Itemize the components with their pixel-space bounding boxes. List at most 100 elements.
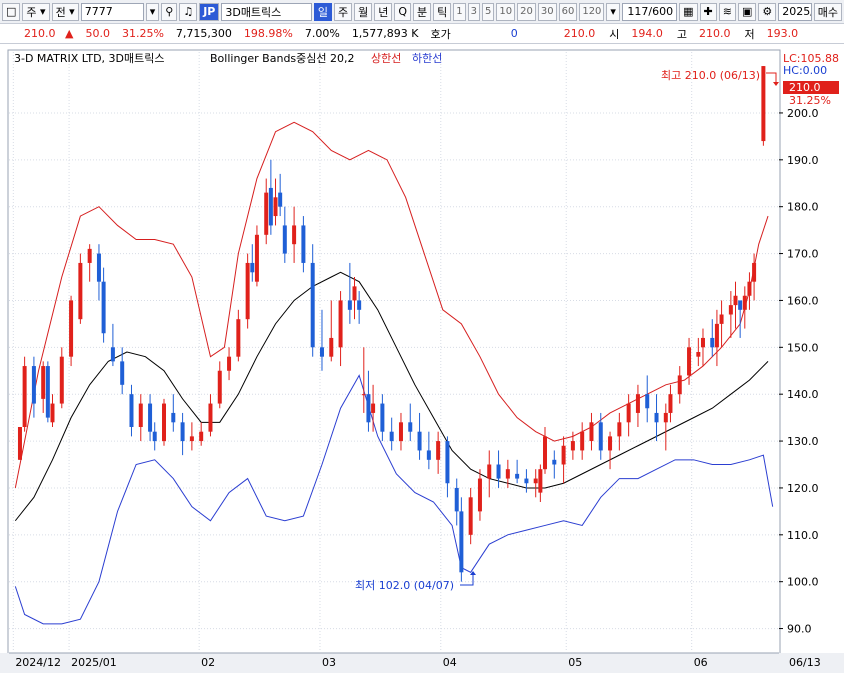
period-day-button[interactable]: 일 — [313, 2, 332, 21]
candle-body — [301, 225, 306, 263]
candle-body — [617, 422, 622, 437]
candle-body — [747, 281, 752, 296]
candle-body — [278, 192, 283, 207]
buy-button[interactable]: 매수 — [813, 2, 842, 21]
candle-body — [31, 366, 36, 404]
quote-turnover: 7.00% — [304, 27, 340, 40]
candle-body — [710, 337, 715, 348]
candle-body — [677, 375, 682, 395]
x-tick-label: 04 — [443, 656, 457, 669]
candle-body — [171, 412, 176, 423]
y-tick-label: 200.0 — [787, 107, 819, 120]
interval-3-button[interactable]: 3 — [467, 2, 481, 21]
legend-lower: 하한선 — [412, 51, 442, 65]
code-input[interactable]: 7777 — [80, 2, 144, 21]
annotation-high: 최고 210.0 (06/13) — [661, 69, 760, 82]
line-icon[interactable]: ≋ — [718, 2, 736, 21]
candle-body — [227, 356, 232, 371]
legend-hc: HC:0.00 — [783, 64, 827, 77]
count-field[interactable]: 117/600 — [621, 2, 678, 21]
interval-20-button[interactable]: 20 — [517, 2, 536, 21]
candle-body — [41, 366, 46, 399]
market-select[interactable]: 주 ▾ — [22, 2, 50, 21]
candle-body — [254, 234, 259, 282]
candle-body — [398, 422, 403, 442]
quote-amount: 1,577,893 K — [351, 27, 419, 40]
x-tick-label: 06 — [694, 656, 708, 669]
y-tick-label: 140.0 — [787, 388, 819, 401]
period-quarter-button[interactable]: Q — [394, 2, 412, 21]
period-tick-button[interactable]: 틱 — [433, 2, 452, 21]
candle-body — [110, 347, 115, 362]
candle-body — [654, 412, 659, 423]
candle-body — [45, 366, 50, 418]
candle-body — [338, 300, 343, 348]
interval-1-button[interactable]: 1 — [453, 2, 466, 21]
candle-body — [728, 305, 733, 315]
candle-body — [635, 394, 640, 413]
candle-body — [561, 445, 566, 465]
interval-5-button[interactable]: 5 — [482, 2, 495, 21]
settings-icon[interactable]: ⚙ — [758, 2, 777, 21]
interval-10-button[interactable]: 10 — [496, 2, 516, 21]
y-tick-label: 100.0 — [787, 576, 819, 589]
candle-body — [59, 356, 64, 404]
dropdown-icon[interactable]: ▾ — [606, 2, 620, 21]
candle-body — [152, 431, 157, 442]
period-week-button[interactable]: 주 — [333, 2, 353, 21]
candle-body — [408, 422, 413, 432]
interval-120-button[interactable]: 120 — [579, 2, 605, 21]
code-search-icon[interactable]: ⚲ — [161, 2, 178, 21]
crosshair-icon[interactable]: ✚ — [699, 2, 717, 21]
candle-body — [700, 337, 705, 348]
candle-body — [505, 469, 510, 479]
quote-low-label: 저 — [744, 27, 755, 41]
speaker-icon[interactable]: ♫ — [179, 2, 198, 21]
y-tick-label: 160.0 — [787, 294, 819, 307]
legend-upper: 상한선 — [371, 52, 401, 65]
quote-price: 210.0 ▲ — [24, 27, 74, 40]
prev-button[interactable]: 전 ▾ — [51, 2, 79, 21]
price-chart[interactable]: 90.0 100.0 110.0 120.0 130.0 140.0 150.0 160.0 1… — [0, 44, 844, 673]
candle-body — [570, 441, 575, 451]
save-icon[interactable]: ▣ — [737, 2, 757, 21]
candle-body — [445, 441, 450, 484]
candle-body — [477, 478, 482, 512]
legend-stock-name: 3-D MATRIX LTD, 3D매트릭스 — [14, 52, 164, 65]
search-icon[interactable]: ▾ — [145, 2, 160, 21]
candle-body — [78, 262, 83, 320]
x-tick-label: 02 — [201, 656, 215, 669]
candle-body — [366, 394, 371, 423]
candle-body — [69, 300, 74, 357]
y-tick-label: 120.0 — [787, 482, 819, 495]
candle-body — [87, 248, 92, 263]
candle-body — [598, 422, 603, 451]
candle-body — [533, 478, 538, 484]
candle-body — [738, 300, 743, 310]
candle-body — [580, 431, 585, 451]
candle-body — [217, 370, 222, 404]
candle-body — [292, 225, 297, 245]
last-price-label: 210.0 — [789, 81, 821, 94]
candle-body — [515, 473, 520, 479]
period-month-button[interactable]: 월 — [354, 2, 373, 21]
quote-change-pct: 31.25% — [121, 27, 164, 40]
candle-body — [101, 281, 106, 334]
candle-icon[interactable]: ▦ — [679, 2, 698, 21]
date-field[interactable]: 2025/ — [778, 2, 812, 21]
candle-body — [189, 436, 194, 442]
quote-open: 194.0 — [631, 27, 663, 40]
period-year-button[interactable]: 년 — [374, 2, 393, 21]
period-minute-button[interactable]: 분 — [413, 2, 432, 21]
interval-30-button[interactable]: 30 — [537, 2, 557, 21]
x-tick-label: 2025/01 — [71, 656, 117, 669]
candle-body — [524, 478, 529, 484]
candle-body — [380, 403, 385, 432]
chart-icon[interactable]: □ — [2, 2, 21, 21]
candle-body — [589, 422, 594, 442]
stock-name-field: 3D매트릭스 — [221, 2, 312, 21]
chart-area[interactable]: 90.0 100.0 110.0 120.0 130.0 140.0 150.0 160.0 1… — [0, 44, 844, 673]
y-tick-label: 190.0 — [787, 154, 819, 167]
interval-60-button[interactable]: 60 — [558, 2, 578, 21]
candle-body — [96, 253, 101, 282]
